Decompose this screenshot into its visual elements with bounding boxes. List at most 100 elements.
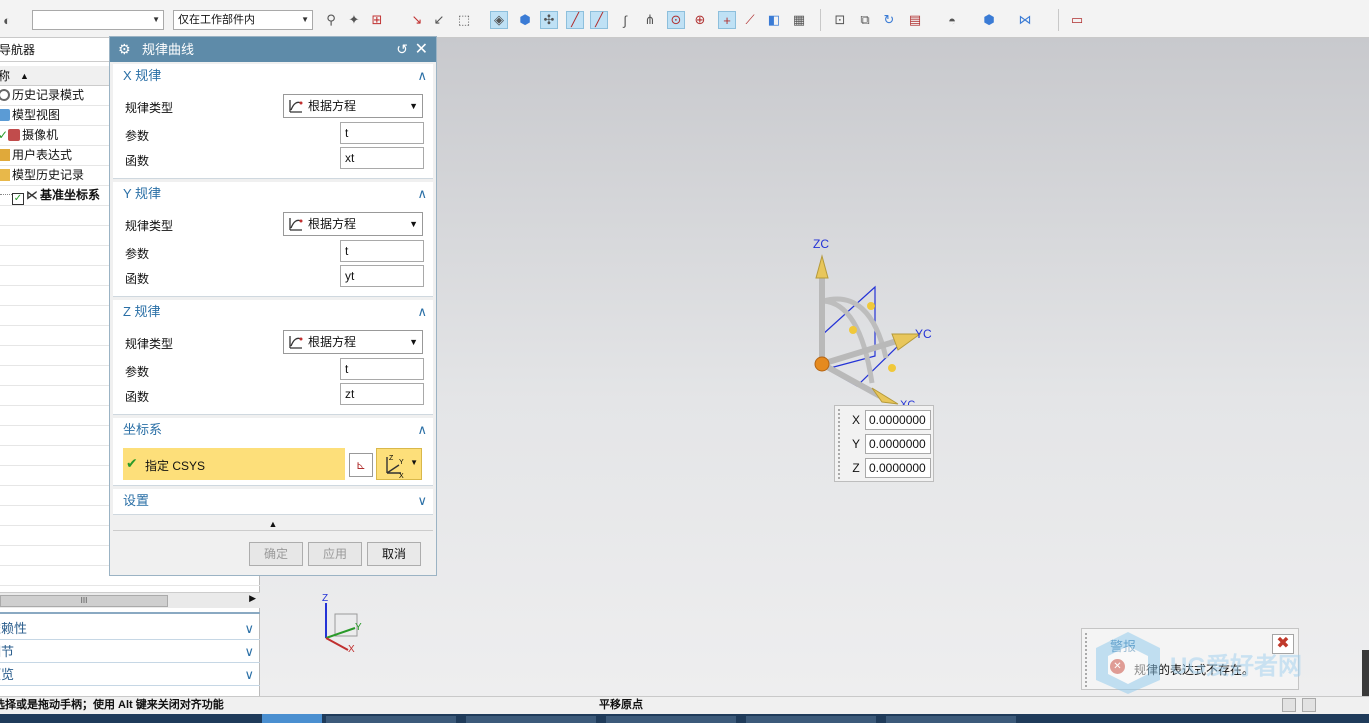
rotate-handle-3[interactable] bbox=[888, 364, 896, 372]
taskbar-button[interactable] bbox=[326, 716, 456, 723]
triad-x-axis bbox=[325, 637, 349, 651]
rotate-icon[interactable]: ↻ bbox=[880, 11, 898, 29]
pick-icon[interactable]: ↘ bbox=[408, 11, 426, 29]
chevron-down-icon: ▼ bbox=[152, 15, 160, 24]
coord-x-input[interactable]: 0.0000000 bbox=[865, 410, 931, 430]
apply-button[interactable]: 应用 bbox=[308, 542, 362, 566]
cube-view-icon[interactable]: ⬢ bbox=[980, 11, 998, 29]
csys-type-button[interactable]: ZY X ▼ bbox=[376, 448, 422, 480]
taskbar-button[interactable] bbox=[606, 716, 736, 723]
endpoint-snap-icon[interactable]: ╱ bbox=[566, 11, 584, 29]
existing-point-icon[interactable]: + bbox=[718, 11, 736, 29]
sort-ascending-icon: ▲ bbox=[20, 71, 29, 81]
point-on-curve-icon[interactable]: ⟋ bbox=[741, 11, 759, 29]
close-icon[interactable]: ✕ bbox=[415, 37, 428, 62]
origin-handle[interactable] bbox=[814, 356, 830, 372]
status-icon-2[interactable] bbox=[1302, 698, 1316, 712]
taskbar-button[interactable] bbox=[262, 714, 322, 723]
orient-view-icon[interactable]: ◓ bbox=[943, 11, 961, 29]
status-action: 平移原点 bbox=[599, 699, 643, 711]
model-view-icon bbox=[0, 109, 10, 121]
midpoint-snap-icon[interactable]: ╱ bbox=[590, 11, 608, 29]
coord-y-input[interactable]: 0.0000000 bbox=[865, 434, 931, 454]
csys-group: 坐标系 ∧ ✔ 指定 CSYS ⊾ ZY X ▼ bbox=[113, 418, 433, 486]
reset-icon[interactable]: ↺ bbox=[396, 37, 408, 62]
settings-header[interactable]: 设置 ∨ bbox=[113, 489, 433, 513]
fit-view-icon[interactable]: ⊡ bbox=[831, 11, 849, 29]
section-view-icon[interactable]: ⋈ bbox=[1016, 11, 1034, 29]
y-law-group: Y 规律 ∧ 规律类型 根据方程 ▼ 参数 t 函数 yt bbox=[113, 182, 433, 297]
horizontal-scrollbar[interactable]: III ▶ bbox=[0, 592, 260, 608]
collapse-more-icon[interactable]: ▲ bbox=[113, 517, 433, 531]
y-param-input[interactable]: t bbox=[340, 240, 424, 262]
render-style-icon[interactable]: ▤ bbox=[906, 11, 924, 29]
law-type-value: 根据方程 bbox=[308, 335, 357, 349]
arc-center-icon[interactable]: ⊙ bbox=[667, 11, 685, 29]
func-label: 函数 bbox=[125, 154, 150, 168]
panel-splitter[interactable] bbox=[0, 612, 260, 614]
z-law-header[interactable]: Z 规律 ∧ bbox=[113, 300, 433, 324]
partial-icon[interactable]: ◐ bbox=[0, 11, 14, 29]
status-icon-1[interactable] bbox=[1282, 698, 1296, 712]
control-point-icon[interactable]: ∫ bbox=[616, 11, 634, 29]
solid-body-icon[interactable]: ⬢ bbox=[516, 11, 534, 29]
taskbar-button[interactable] bbox=[466, 716, 596, 723]
measure-icon[interactable]: ▭ bbox=[1068, 11, 1086, 29]
ok-button[interactable]: 确定 bbox=[249, 542, 303, 566]
dialog-titlebar[interactable]: ⚙ 规律曲线 ↺ ✕ bbox=[110, 37, 436, 62]
toolbar-divider bbox=[1058, 9, 1059, 31]
type-filter-combo[interactable]: ▼ bbox=[32, 10, 164, 30]
zoom-icon[interactable]: ⧉ bbox=[856, 11, 874, 29]
rotate-handle-1[interactable] bbox=[849, 326, 857, 334]
point-on-face-icon[interactable]: ◧ bbox=[765, 11, 783, 29]
quadrant-icon[interactable]: ⊕ bbox=[691, 11, 709, 29]
deselect-icon[interactable]: ↙ bbox=[430, 11, 448, 29]
csys-dialog-icon[interactable]: ⊾ bbox=[349, 453, 373, 477]
z-func-input[interactable]: zt bbox=[340, 383, 424, 405]
checkbox-checked-icon[interactable]: ✓ bbox=[12, 193, 24, 205]
y-law-header[interactable]: Y 规律 ∧ bbox=[113, 182, 433, 206]
y-law-type-select[interactable]: 根据方程 ▼ bbox=[283, 212, 423, 236]
law-type-label: 规律类型 bbox=[125, 219, 174, 233]
coord-z-input[interactable]: 0.0000000 bbox=[865, 458, 931, 478]
x-law-type-select[interactable]: 根据方程 ▼ bbox=[283, 94, 423, 118]
section-preview[interactable]: 预览 ∨ bbox=[0, 664, 260, 686]
x-param-input[interactable]: t bbox=[340, 122, 424, 144]
drag-grip[interactable] bbox=[838, 409, 843, 479]
chevron-down-icon: ▼ bbox=[410, 458, 418, 467]
cancel-button[interactable]: 取消 bbox=[367, 542, 421, 566]
scroll-right-icon[interactable]: ▶ bbox=[249, 593, 256, 604]
reselect-icon[interactable]: ✦ bbox=[345, 11, 363, 29]
vertical-scroll-edge[interactable] bbox=[1362, 650, 1369, 696]
selection-scope-combo[interactable]: 仅在工作部件内 ▼ bbox=[173, 10, 313, 30]
snap-points-icon[interactable]: ✣ bbox=[540, 11, 558, 29]
drag-grip[interactable] bbox=[1085, 633, 1089, 687]
specify-csys-row[interactable]: ✔ 指定 CSYS bbox=[123, 448, 345, 480]
taskbar-button[interactable] bbox=[886, 716, 1016, 723]
toolbar-divider bbox=[820, 9, 821, 31]
rectangle-select-icon[interactable]: ⬚ bbox=[455, 11, 473, 29]
general-select-icon[interactable]: ⚲ bbox=[322, 11, 340, 29]
group-title: 设置 bbox=[123, 493, 150, 508]
bounded-grid-icon[interactable]: ▦ bbox=[790, 11, 808, 29]
section-details[interactable]: 细节 ∨ bbox=[0, 641, 260, 663]
triad-cube bbox=[334, 613, 358, 637]
equation-curve-icon bbox=[289, 336, 303, 349]
param-label: 参数 bbox=[125, 129, 150, 143]
chevron-down-icon: ∨ bbox=[244, 667, 254, 682]
section-dependencies[interactable]: 依赖性 ∨ bbox=[0, 618, 260, 640]
triad-y-label: Y bbox=[355, 622, 362, 633]
z-param-input[interactable]: t bbox=[340, 358, 424, 380]
x-func-input[interactable]: xt bbox=[340, 147, 424, 169]
y-func-input[interactable]: yt bbox=[340, 265, 424, 287]
intersection-icon[interactable]: ⋔ bbox=[641, 11, 659, 29]
select-all-icon[interactable]: ⊞ bbox=[368, 11, 386, 29]
scrollbar-thumb[interactable]: III bbox=[0, 595, 168, 607]
taskbar-button[interactable] bbox=[746, 716, 876, 723]
csys-header[interactable]: 坐标系 ∧ bbox=[113, 418, 433, 442]
x-law-header[interactable]: X 规律 ∧ bbox=[113, 64, 433, 88]
rotate-handle-2[interactable] bbox=[867, 302, 875, 310]
feature-select-icon[interactable]: ◈ bbox=[490, 11, 508, 29]
alert-close-icon[interactable]: ✖ bbox=[1272, 634, 1294, 654]
z-law-type-select[interactable]: 根据方程 ▼ bbox=[283, 330, 423, 354]
